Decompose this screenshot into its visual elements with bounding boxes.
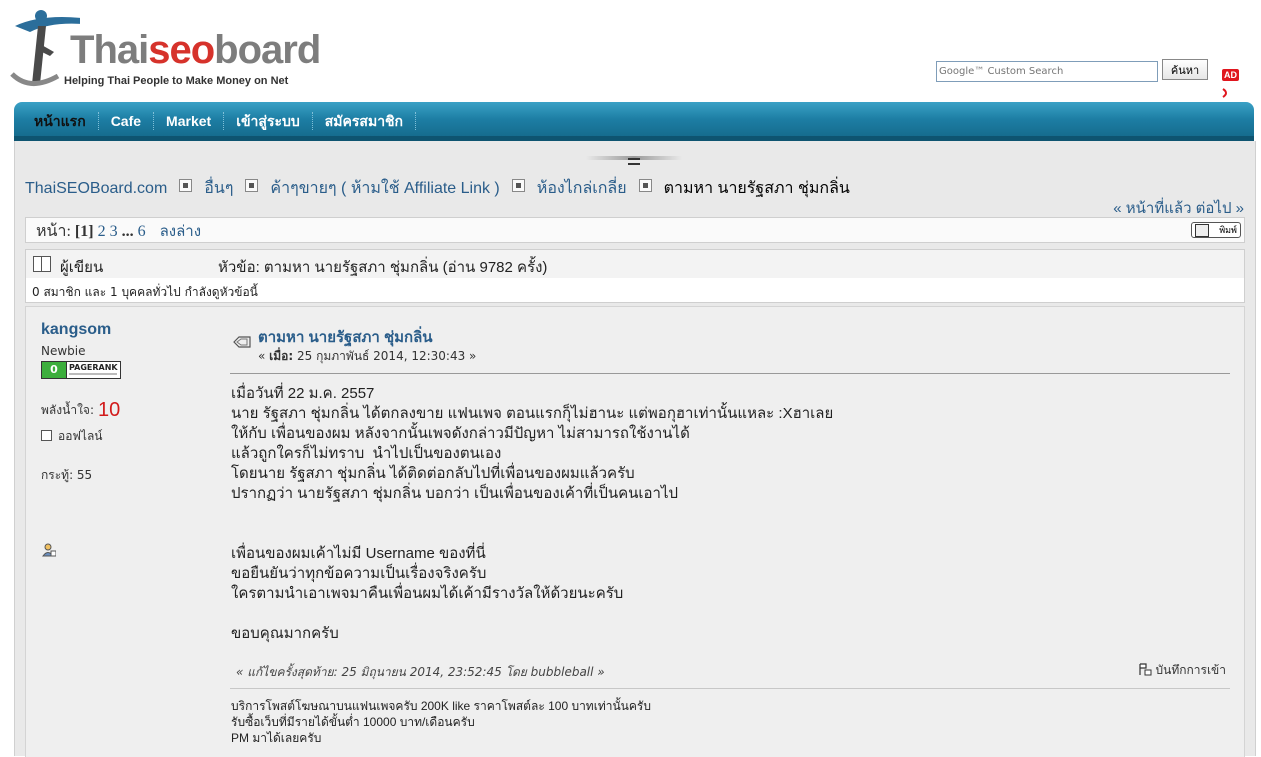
poster-rank: Newbie [41,344,86,358]
ad-choices-icon[interactable]: AD [1222,63,1248,98]
main-nav: หน้าแรก Cafe Market เข้าสู่ระบบ สมัครสมา… [14,102,1254,140]
breadcrumb-separator-icon [179,179,193,193]
ip-log-icon [1138,663,1151,676]
post-body: เมื่อวันที่ 22 ม.ค. 2557 นาย รัฐสภา ชุ่ม… [231,385,834,642]
last-modified: « แก้ไขครั้งสุดท้าย: 25 มิถุนายน 2014, 2… [236,665,605,679]
pagerank-badge: 0 PAGERANK [41,361,121,379]
breadcrumb-item-home[interactable]: ThaiSEOBoard.com [25,180,167,197]
post-date-value: 25 กุมภาพันธ์ 2014, 12:30:43 » [293,349,477,363]
nav-item-cafe[interactable]: Cafe [99,112,155,130]
search-button[interactable]: ค้นหา [1162,59,1208,80]
breadcrumb-item-current: ตามหา นายรัฐสภา ชุ่มกลิ่น [663,180,850,197]
signature-divider [230,688,1230,689]
post-date: « เมื่อ: 25 กุมภาพันธ์ 2014, 12:30:43 » [258,347,476,366]
breadcrumb-item-other[interactable]: อื่นๆ [204,180,233,197]
post-count: กระทู้: 55 [41,468,93,482]
pagination: หน้า: [1] 2 3 ... 6 ลงล่าง [36,219,201,244]
pagination-ellipsis: ... [121,223,134,240]
xx-post-icon [233,336,251,348]
pagerank-value: 0 [42,362,67,378]
breadcrumb-separator-icon [638,179,652,193]
logo-part-hai: hai [93,28,149,72]
poster-info: kangsom Newbie 0 PAGERANK พลังน้ำใจ: 10 อ… [41,321,221,557]
print-button[interactable]: พิมพ์ [1191,222,1241,238]
nav-item-market[interactable]: Market [154,112,225,130]
logo-wordmark: Thaiseoboard [70,28,321,72]
site-logo[interactable]: Thaiseoboard Helping Thai People to Make… [10,4,321,96]
logo-tagline: Helping Thai People to Make Money on Net [64,75,289,87]
forum-post: kangsom Newbie 0 PAGERANK พลังน้ำใจ: 10 อ… [25,306,1245,757]
pagination-page-last[interactable]: 6 [138,223,146,240]
pagerank-label: PAGERANK [69,363,118,372]
post-date-prefix: « [258,349,270,363]
logo-part-seo: seo [148,28,215,72]
pagination-label: หน้า: [36,223,71,240]
ad-badge: AD [1222,69,1239,81]
ip-logged[interactable]: บันทึกการเข้า [1138,661,1227,680]
karma-label: พลังน้ำใจ: [41,403,94,417]
collapse-toggle[interactable] [586,156,682,168]
pagerank-bar [69,373,117,375]
post-subject[interactable]: ตามหา นายรัฐสภา ชุ่มกลิ่น [258,325,433,349]
topic-title: หัวข้อ: ตามหา นายรัฐสภา ชุ่มกลิ่น (อ่าน … [218,259,548,276]
post-divider [230,373,1230,374]
book-icon [33,256,51,272]
author-column-label: ผู้เขียน [60,259,104,276]
search-input[interactable] [936,61,1158,82]
breadcrumb-item-mediation[interactable]: ห้องไกล่เกลี่ย [537,180,627,197]
signature: บริการโพสต์โฆษณาบนแฟนเพจครับ 200K like ร… [231,699,651,745]
pagination-bar: หน้า: [1] 2 3 ... 6 ลงล่าง พิมพ์ [25,217,1245,243]
printer-icon [1195,224,1209,237]
karma: พลังน้ำใจ: 10 [41,399,120,422]
goto-bottom-link[interactable]: ลงล่าง [160,223,201,240]
pagination-page-2[interactable]: 2 [98,223,106,240]
topic-header: ผู้เขียน หัวข้อ: ตามหา นายรัฐสภา ชุ่มกลิ… [25,249,1245,279]
pagination-current: [1] [74,223,94,240]
nav-item-login[interactable]: เข้าสู่ระบบ [224,112,313,130]
profile-icon[interactable] [42,543,56,557]
nav-item-register[interactable]: สมัครสมาชิก [313,112,417,130]
site-header: Thaiseoboard Helping Thai People to Make… [0,0,1261,100]
print-button-label: พิมพ์ [1219,226,1237,236]
viewers-text: 0 สมาชิก และ 1 บุคคลทั่วไป กำลังดูหัวข้อ… [32,285,258,299]
karma-value: 10 [98,399,121,421]
pagination-page-3[interactable]: 3 [110,223,118,240]
breadcrumb-separator-icon [245,179,259,193]
breadcrumb-item-trade[interactable]: ค้าๆขายๆ ( ห้ามใช้ Affiliate Link ) [270,180,499,197]
offline-icon [41,430,52,441]
viewers-row: 0 สมาชิก และ 1 บุคคลทั่วไป กำลังดูหัวข้อ… [25,278,1245,303]
online-status-label: ออฟไลน์ [58,429,103,443]
breadcrumb: ThaiSEOBoard.com อื่นๆ ค้าๆขายๆ ( ห้ามใช้ … [25,176,850,201]
ad-arrow-icon [1222,88,1227,98]
search-form: ค้นหา [936,59,1208,82]
nav-item-home[interactable]: หน้าแรก [22,112,99,130]
collapse-icon [628,158,640,165]
poster-name[interactable]: kangsom [41,321,221,339]
online-status: ออฟไลน์ [41,427,103,446]
breadcrumb-separator-icon [511,179,525,193]
logo-first-letter: T [70,28,94,72]
ip-log-label: บันทึกการเข้า [1155,663,1227,677]
post-date-label: เมื่อ: [269,349,294,363]
